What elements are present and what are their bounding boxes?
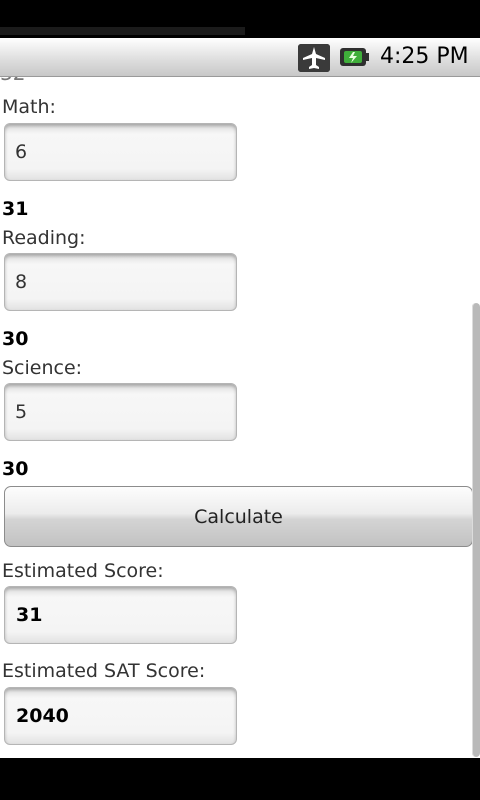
estimated-score-value: 31 (16, 604, 43, 626)
math-label: Math: (2, 96, 56, 118)
estimated-sat-value: 2040 (16, 705, 69, 727)
science-result: 30 (2, 458, 29, 480)
estimated-sat-label: Estimated SAT Score: (2, 660, 206, 682)
airplane-mode-icon (298, 44, 330, 72)
estimated-sat-field: 2040 (4, 687, 237, 745)
math-input[interactable] (15, 124, 215, 180)
estimated-score-label: Estimated Score: (2, 560, 164, 582)
science-input[interactable] (15, 384, 215, 440)
math-result: 31 (2, 198, 29, 220)
reading-input[interactable] (15, 254, 215, 310)
reading-field-box[interactable] (4, 253, 237, 311)
calculate-button[interactable]: Calculate (4, 486, 473, 547)
calculator-form: 32 Math: 31 Reading: 30 Science: 30 Calc… (0, 77, 480, 758)
scrollbar[interactable] (472, 303, 480, 757)
reading-result: 30 (2, 328, 29, 350)
math-field-box[interactable] (4, 123, 237, 181)
status-time: 4:25 PM (380, 44, 469, 69)
science-field-box[interactable] (4, 383, 237, 441)
scrolled-result-text: 32 (0, 77, 25, 85)
science-label: Science: (2, 357, 83, 379)
bottom-black-strip (0, 758, 480, 800)
battery-icon (338, 46, 370, 68)
top-dark-bar (0, 27, 245, 35)
estimated-score-field: 31 (4, 586, 237, 644)
reading-label: Reading: (2, 227, 86, 249)
top-black-strip (0, 0, 480, 38)
